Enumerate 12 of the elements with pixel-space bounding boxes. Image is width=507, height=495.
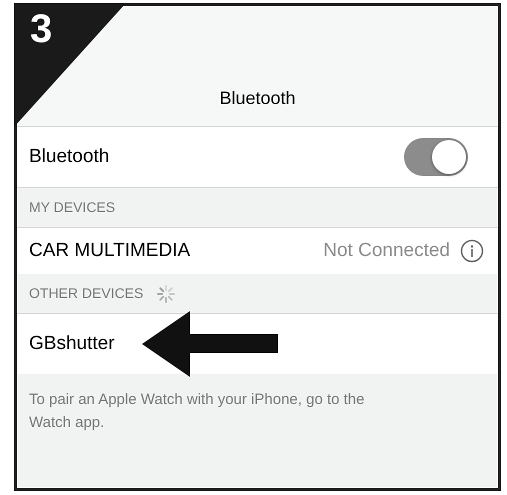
section-header: MY DEVICES bbox=[29, 198, 116, 217]
step-number: 3 bbox=[30, 9, 52, 49]
bluetooth-switch[interactable] bbox=[404, 138, 468, 176]
device-name[interactable]: CAR MULTIMEDIA bbox=[29, 236, 190, 266]
footer-note: To pair an Apple Watch with your iPhone, go to the Watch app. bbox=[29, 390, 366, 433]
device-name[interactable]: GBshutter bbox=[29, 330, 115, 358]
device-status: Not Connected bbox=[323, 238, 450, 263]
section-header: OTHER DEVICES bbox=[29, 284, 144, 303]
nav-title: Bluetooth bbox=[219, 87, 296, 110]
info-icon[interactable] bbox=[460, 239, 484, 263]
toggle-label: Bluetooth bbox=[29, 144, 110, 169]
loading-spinner-icon bbox=[155, 282, 178, 304]
